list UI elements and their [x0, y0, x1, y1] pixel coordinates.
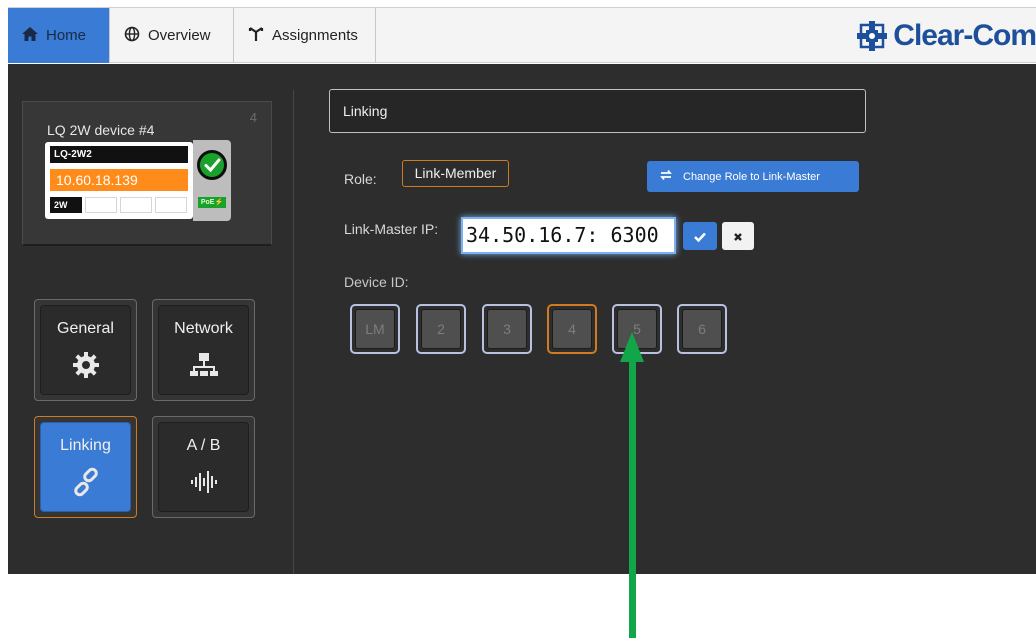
link-master-ip-input[interactable]: 34.50.16.7: 6300: [461, 217, 676, 254]
checkmark-icon: [694, 232, 706, 243]
menu-linking-label: Linking: [60, 437, 111, 454]
device-card[interactable]: LQ 2W device #4 4 LQ-2W2 10.60.18.139 2W…: [22, 101, 272, 246]
tab-home-label: Home: [46, 27, 87, 44]
device-id-6-button[interactable]: 6: [677, 304, 727, 354]
port-label: 2W: [50, 197, 82, 213]
link-master-ip-label: Link-Master IP:: [344, 221, 439, 237]
device-id-2-label: 2: [421, 309, 461, 349]
menu-general-label: General: [57, 320, 114, 337]
assignments-icon: [248, 26, 264, 46]
close-icon: [734, 232, 742, 241]
menu-linking-button[interactable]: Linking: [34, 416, 137, 518]
role-value-badge: Link-Member: [402, 160, 509, 187]
annotation-arrow-shaft: [629, 359, 636, 638]
network-icon: [189, 353, 218, 376]
tab-home[interactable]: Home: [8, 8, 109, 63]
globe-icon: [124, 26, 140, 46]
confirm-ip-button[interactable]: [683, 222, 717, 250]
device-faceplate: LQ-2W2 10.60.18.139 2W: [45, 142, 193, 219]
tab-overview-label: Overview: [148, 27, 211, 44]
port-slot: [155, 197, 187, 213]
menu-network-label: Network: [174, 320, 233, 337]
device-id-4-label: 4: [552, 309, 592, 349]
port-slot: [120, 197, 152, 213]
device-number: 4: [249, 110, 257, 125]
change-role-button[interactable]: Change Role to Link-Master: [647, 161, 859, 192]
menu-network-button[interactable]: Network: [152, 299, 255, 401]
device-id-4-button[interactable]: 4: [547, 304, 597, 354]
device-name: LQ 2W device #4: [47, 122, 155, 138]
device-id-lm-label: LM: [355, 309, 395, 349]
cancel-ip-button[interactable]: [722, 222, 754, 250]
audio-wave-icon: [190, 471, 217, 493]
port-slot: [85, 197, 117, 213]
menu-ab-button[interactable]: A / B: [152, 416, 255, 518]
device-id-label: Device ID:: [344, 274, 409, 290]
poe-label: PoE: [200, 199, 215, 206]
tab-overview[interactable]: Overview: [109, 8, 234, 63]
role-label: Role:: [344, 171, 377, 187]
brand-name: Clear-Com: [893, 19, 1036, 52]
brand-logo: Clear-Com: [857, 14, 1036, 58]
tab-assignments[interactable]: Assignments: [234, 8, 376, 63]
column-divider: [293, 90, 294, 574]
device-id-2-button[interactable]: 2: [416, 304, 466, 354]
top-nav-bar: Home Overview Assignments Clear-Com: [8, 7, 1036, 63]
device-model: LQ-2W2: [50, 146, 188, 163]
menu-ab-label: A / B: [186, 437, 221, 454]
main-panel: LQ 2W device #4 4 LQ-2W2 10.60.18.139 2W…: [8, 64, 1036, 638]
device-id-3-label: 3: [487, 309, 527, 349]
menu-general-button[interactable]: General: [34, 299, 137, 401]
device-ip: 10.60.18.139: [50, 169, 188, 191]
home-icon: [22, 26, 38, 45]
poe-badge: PoE⚡: [198, 197, 226, 208]
clear-com-logo-icon: [857, 21, 888, 51]
status-check-icon: [197, 150, 227, 180]
tab-assignments-label: Assignments: [272, 27, 358, 44]
link-icon: [73, 467, 98, 497]
app-frame: Home Overview Assignments Clear-Com LQ 2…: [0, 0, 1036, 638]
device-id-3-button[interactable]: 3: [482, 304, 532, 354]
linking-section-header: Linking: [329, 89, 866, 133]
device-status-box: PoE⚡: [193, 140, 231, 221]
annotation-arrow-head: [620, 332, 644, 362]
device-id-6-label: 6: [682, 309, 722, 349]
change-role-label: Change Role to Link-Master: [683, 170, 820, 183]
device-id-lm-button[interactable]: LM: [350, 304, 400, 354]
swap-icon: [659, 169, 673, 184]
gear-icon: [72, 352, 99, 378]
